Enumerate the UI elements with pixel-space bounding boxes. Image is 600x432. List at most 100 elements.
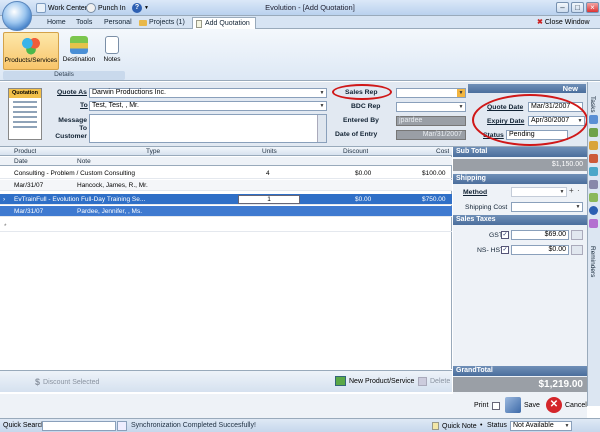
tab-projects[interactable]: Projects (1) xyxy=(137,17,190,29)
work-center-button[interactable]: Work Center xyxy=(36,2,87,14)
method-field[interactable]: ▼ xyxy=(511,187,567,197)
save-icon xyxy=(505,397,521,413)
chevron-down-icon[interactable]: ▼ xyxy=(457,89,465,97)
message-scrollbar[interactable] xyxy=(317,115,326,142)
destination-button[interactable]: Destination xyxy=(61,32,97,70)
punch-in-label: Punch In xyxy=(98,4,126,12)
to-field[interactable]: Test, Test, , Mr. ▼ xyxy=(89,101,327,111)
grand-total-value: $1,219.00 xyxy=(453,377,587,392)
tasks-tab[interactable]: Tasks xyxy=(589,96,596,113)
quick-note-button[interactable]: Quick Note xyxy=(432,422,477,430)
print-checkbox[interactable] xyxy=(492,402,500,410)
close-button[interactable]: × xyxy=(586,2,599,13)
quote-as-field[interactable]: Darwin Productions Inc. ▼ xyxy=(89,88,327,98)
shipping-cost-field[interactable]: ▼ xyxy=(511,202,583,212)
nshst-calculator-icon[interactable] xyxy=(571,245,583,255)
search-icon[interactable] xyxy=(117,421,127,431)
expiry-date-field[interactable]: Apr/30/2007 ▼ xyxy=(528,116,585,126)
row-units-input[interactable]: 1 xyxy=(238,195,300,204)
date-of-entry-field: Mar/31/2007 xyxy=(396,130,466,140)
mail-icon[interactable] xyxy=(589,167,598,176)
cancel-button[interactable]: ✕ Cancel xyxy=(546,397,587,413)
calendar-icon[interactable] xyxy=(589,115,598,124)
table-row-detail[interactable]: Mar/31/07 Pardee, Jennifer, , Ms. xyxy=(0,206,452,217)
maximize-button[interactable]: □ xyxy=(571,2,584,13)
nshst-checkbox[interactable]: ✓ xyxy=(501,246,509,254)
new-row[interactable]: * xyxy=(0,221,452,232)
new-product-service-label: New Product/Service xyxy=(349,377,415,385)
ribbon: Products/Services Destination Notes Deta… xyxy=(0,29,600,81)
chevron-down-icon[interactable]: ▼ xyxy=(576,117,584,125)
to-value: Test, Test, , Mr. xyxy=(92,102,139,109)
save-button[interactable]: Save xyxy=(505,397,540,413)
status-bar: Quick Search Synchronization Completed S… xyxy=(0,418,600,432)
chevron-down-icon[interactable]: ▼ xyxy=(563,422,571,430)
action-bar: Print Save ✕ Cancel xyxy=(0,394,587,418)
chevron-down-icon[interactable]: ▼ xyxy=(457,103,465,111)
message-to-customer-field[interactable] xyxy=(89,114,327,143)
products-services-label: Products/Services xyxy=(4,57,58,64)
quick-search-input[interactable] xyxy=(42,421,116,431)
add-method-icon[interactable]: + xyxy=(569,186,574,195)
delete-button[interactable]: Delete xyxy=(418,377,450,386)
chevron-down-icon[interactable]: ▼ xyxy=(558,188,566,196)
status-field[interactable]: Pending xyxy=(506,130,568,140)
nshst-value[interactable]: $0.00 xyxy=(511,245,569,255)
col-note[interactable]: Note xyxy=(77,157,91,166)
grid-subheader-row: Date Note xyxy=(0,157,452,166)
sales-taxes-header: Sales Taxes xyxy=(453,215,587,225)
chevron-down-icon[interactable]: ▼ xyxy=(318,102,326,110)
reminders-tab[interactable]: Reminders xyxy=(589,246,596,277)
app-orb-button[interactable] xyxy=(2,1,32,31)
documents-icon[interactable] xyxy=(589,141,598,150)
bdc-rep-field[interactable]: ▼ xyxy=(396,102,466,112)
products-services-button[interactable]: Products/Services xyxy=(3,32,59,70)
col-date[interactable]: Date xyxy=(14,157,28,166)
close-window-button[interactable]: ✖ Close Window xyxy=(537,18,590,27)
products-services-icon xyxy=(22,37,40,55)
projects-icon[interactable] xyxy=(589,193,598,202)
more-icon[interactable]: · xyxy=(577,186,580,195)
row-product: Consulting - Problem / Custom Consulting xyxy=(14,170,136,177)
tab-home[interactable]: Home xyxy=(42,17,71,29)
notes-button[interactable]: Notes xyxy=(99,32,125,70)
totals-panel: Sub Total $1,150.00 Shipping Method ▼ + … xyxy=(453,147,587,406)
table-row[interactable]: Consulting - Problem / Custom Consulting… xyxy=(0,168,452,179)
col-product[interactable]: Product xyxy=(14,147,36,156)
row-units: 4 xyxy=(266,170,270,177)
availability-select[interactable]: Not Available ▼ xyxy=(510,421,572,431)
to-label: To xyxy=(80,102,88,109)
contacts-icon[interactable] xyxy=(589,128,598,137)
settings-icon[interactable] xyxy=(589,219,598,228)
col-discount[interactable]: Discount xyxy=(343,147,368,156)
notes-icon[interactable] xyxy=(589,180,598,189)
discount-selected-button[interactable]: $ Discount Selected xyxy=(35,377,99,387)
quote-date-field[interactable]: Mar/31/2007 xyxy=(528,102,583,112)
tab-add-quotation[interactable]: Add Quotation xyxy=(192,17,256,29)
help-icon[interactable] xyxy=(589,206,598,215)
help-button[interactable]: ? ▼ xyxy=(132,2,149,14)
note-icon xyxy=(432,422,439,430)
tab-add-quotation-label: Add Quotation xyxy=(205,20,250,27)
col-cost[interactable]: Cost xyxy=(436,147,449,156)
gst-calculator-icon[interactable] xyxy=(571,230,583,240)
grid-toolbar: $ Discount Selected New Product/Service D… xyxy=(0,370,452,392)
sales-rep-field[interactable]: ▼ xyxy=(396,88,466,98)
chevron-down-icon[interactable]: ▼ xyxy=(318,89,326,97)
minimize-button[interactable]: – xyxy=(556,2,569,13)
tab-tools[interactable]: Tools xyxy=(71,17,97,29)
gst-checkbox[interactable]: ✓ xyxy=(501,231,509,239)
new-product-service-button[interactable]: New Product/Service xyxy=(335,376,414,386)
table-row-detail[interactable]: Mar/31/07 Hancock, James, R., Mr. xyxy=(0,180,452,191)
punch-in-button[interactable]: Punch In xyxy=(86,2,126,14)
chevron-down-icon[interactable]: ▼ xyxy=(574,203,582,211)
table-row[interactable]: › EvTrainFull - Evolution Full-Day Train… xyxy=(0,194,452,205)
folder-icon xyxy=(139,20,147,26)
flag-icon[interactable] xyxy=(589,154,598,163)
col-units[interactable]: Units xyxy=(262,147,277,156)
destination-icon xyxy=(70,36,88,54)
gst-value[interactable]: $69.00 xyxy=(511,230,569,240)
col-type[interactable]: Type xyxy=(146,147,160,156)
row-product: EvTrainFull - Evolution Full-Day Trainin… xyxy=(14,196,146,203)
tab-personal[interactable]: Personal xyxy=(99,17,137,29)
